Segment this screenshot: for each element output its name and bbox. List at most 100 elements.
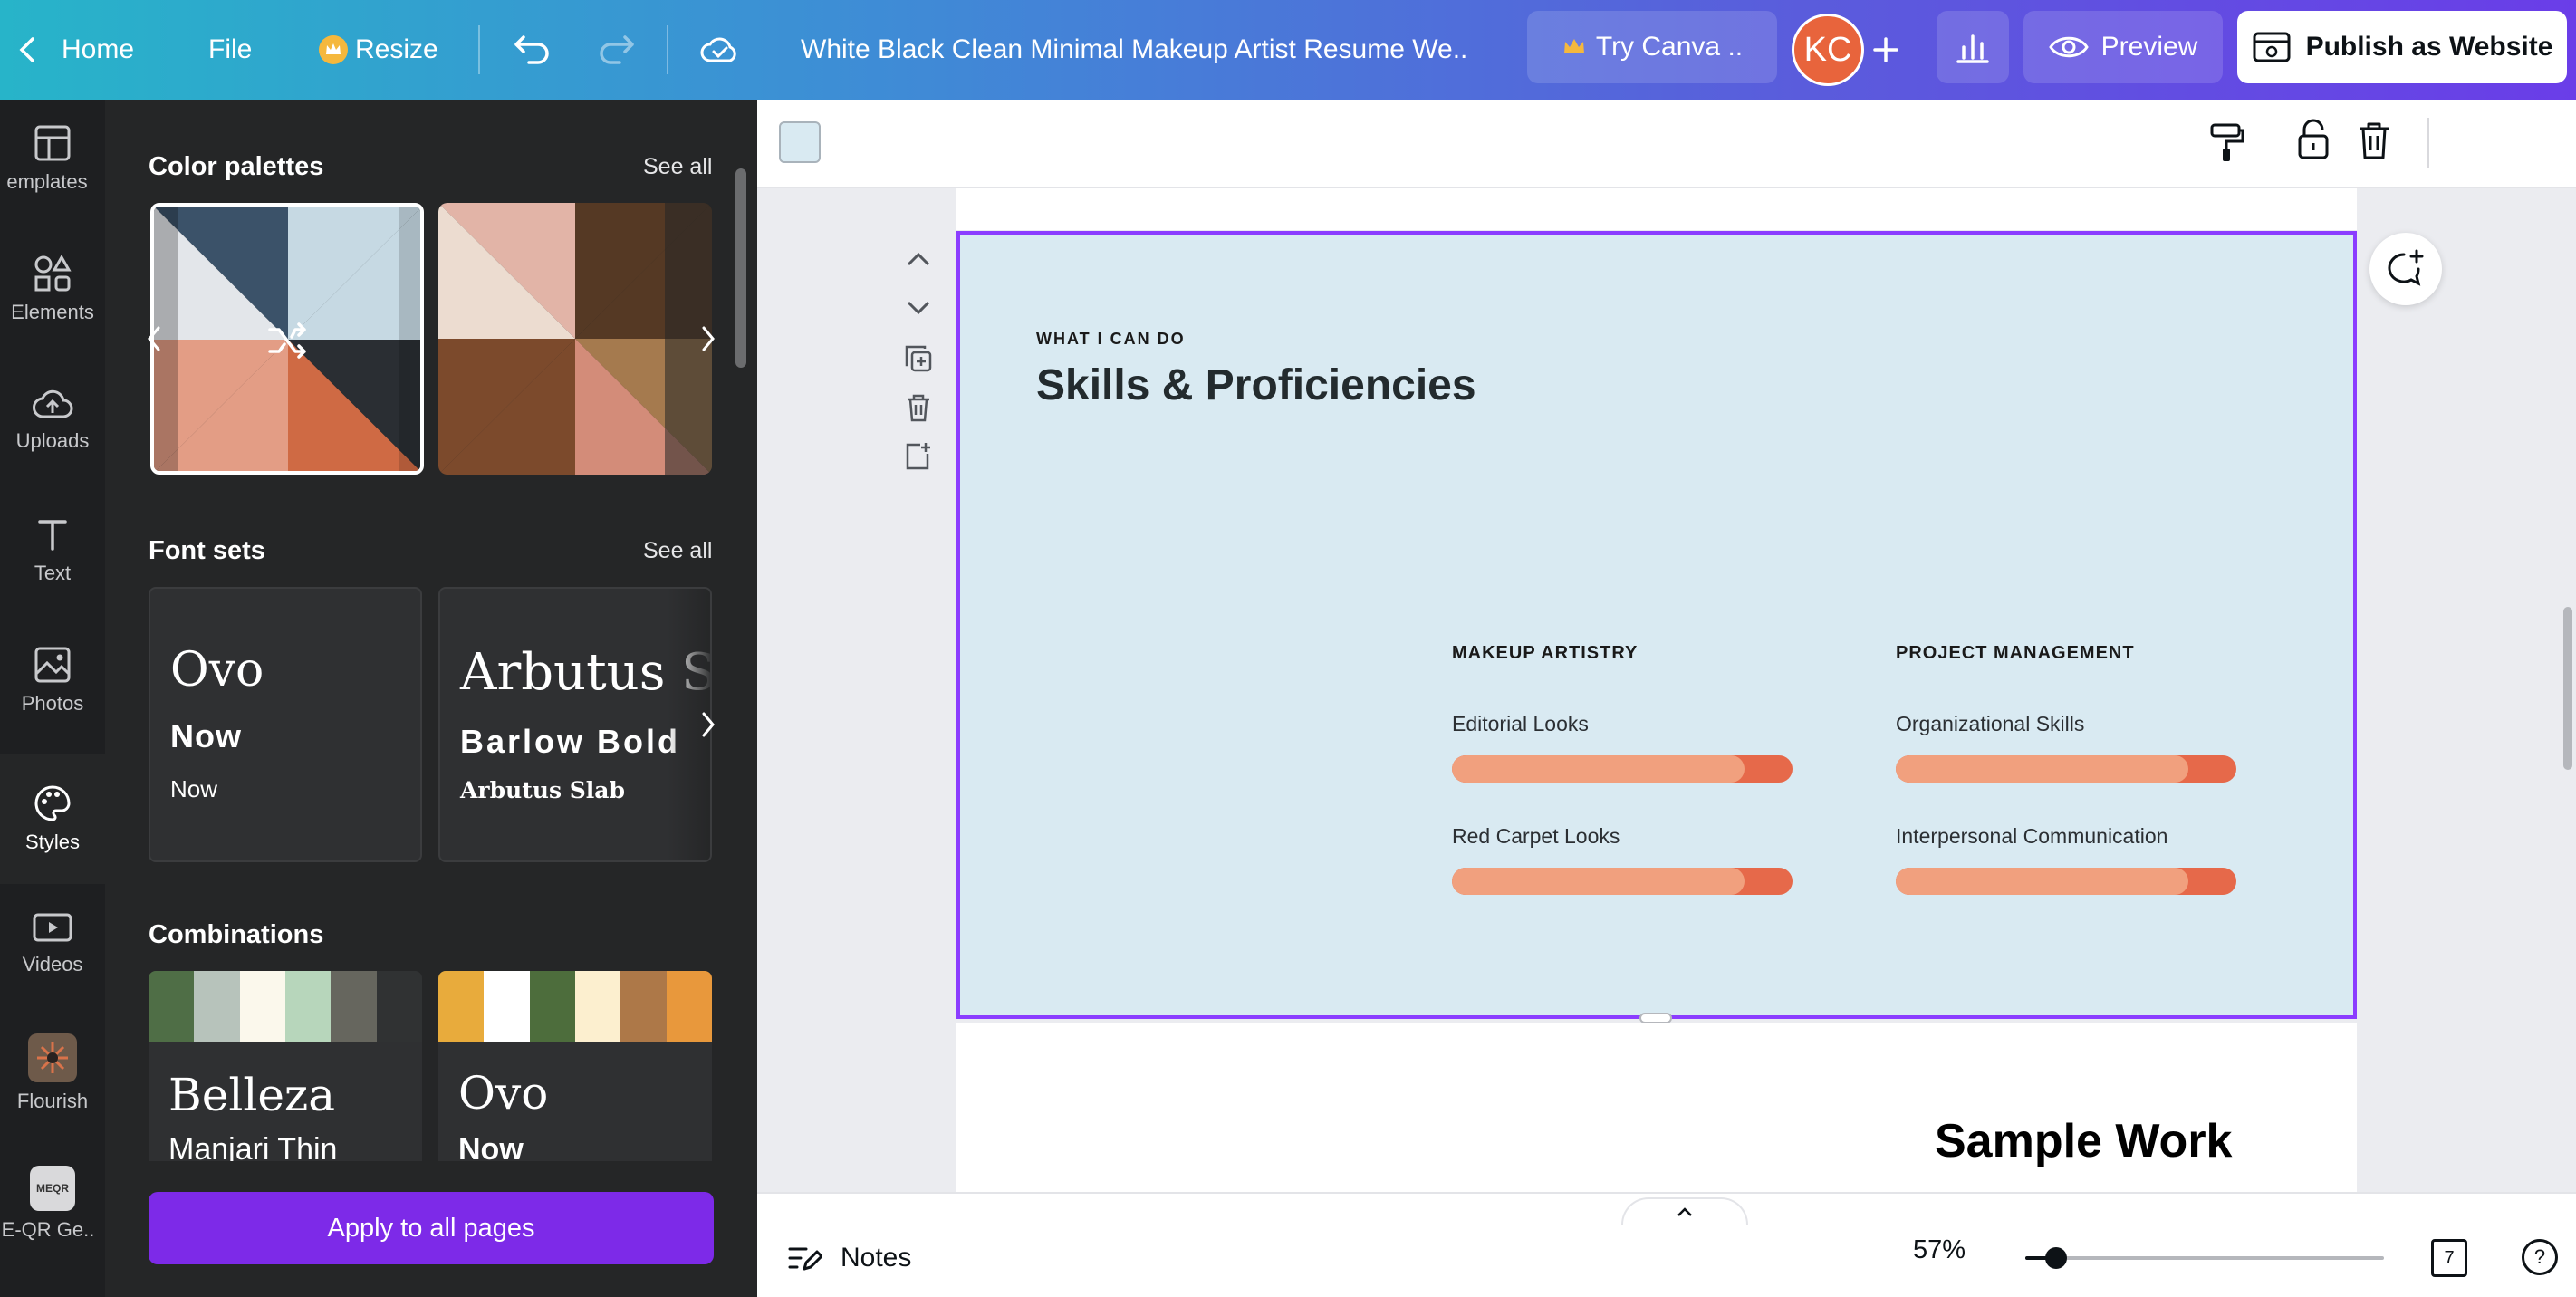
combination-card[interactable]: Ovo Now — [438, 971, 712, 1170]
redo-icon — [600, 35, 634, 64]
zoom-slider-track[interactable] — [2025, 1256, 2384, 1260]
rail-item-label: Elements — [11, 301, 94, 323]
copy-style-button[interactable] — [2206, 121, 2246, 169]
combination-card[interactable]: Belleza Manjari Thin — [149, 971, 422, 1170]
skill-bar[interactable] — [1452, 868, 1793, 895]
zoom-slider-thumb[interactable] — [2045, 1247, 2067, 1269]
undo-icon — [514, 35, 549, 64]
font-set-card[interactable]: Ovo Now Now — [149, 587, 422, 862]
canvas-scrollbar[interactable] — [2563, 607, 2572, 770]
top-bar: Home File Resize White Black Clean Minim… — [0, 0, 2576, 100]
file-menu[interactable]: File — [208, 0, 252, 100]
combination-heading: Belleza — [168, 1069, 336, 1121]
skill-bar[interactable] — [1452, 755, 1793, 783]
page-resize-handle[interactable] — [1639, 1013, 1672, 1023]
color-palettes-title: Color palettes — [149, 152, 324, 181]
avatar[interactable]: KC — [1792, 14, 1864, 86]
skill-column-heading[interactable]: PROJECT MANAGEMENT — [1896, 643, 2135, 664]
rail-item-photos[interactable]: Photos — [0, 621, 105, 739]
rail-item-elements[interactable]: Elements — [0, 230, 105, 348]
preview-button[interactable]: Preview — [2023, 11, 2223, 83]
panel-scrollbar[interactable] — [735, 168, 746, 368]
plus-icon — [1873, 37, 1898, 62]
home-button[interactable]: Home — [16, 0, 134, 100]
rail-item-text[interactable]: Text — [0, 491, 105, 609]
skill-label[interactable]: Editorial Looks — [1452, 712, 1589, 736]
skill-column-heading[interactable]: MAKEUP ARTISTRY — [1452, 643, 1638, 664]
palette-prev-button[interactable] — [136, 321, 172, 357]
flourish-app-icon — [28, 1033, 77, 1082]
background-color-swatch[interactable] — [779, 121, 821, 163]
add-comment-button[interactable] — [2369, 233, 2442, 305]
document-title[interactable]: White Black Clean Minimal Makeup Artist … — [801, 0, 1467, 100]
lock-button[interactable] — [2295, 118, 2331, 166]
duplicate-icon — [905, 345, 932, 372]
font-set-subheading: Now — [170, 717, 242, 754]
unlock-icon — [2298, 119, 2329, 159]
skill-label[interactable]: Red Carpet Looks — [1452, 824, 1620, 849]
color-palettes-see-all[interactable]: See all — [643, 154, 712, 180]
previous-page[interactable] — [956, 188, 2357, 230]
skill-bar[interactable] — [1896, 755, 2236, 783]
publish-label: Publish as Website — [2305, 32, 2553, 62]
save-status-button[interactable] — [699, 0, 741, 100]
avatar-initials: KC — [1803, 30, 1852, 69]
font-sets-next-button[interactable] — [690, 706, 726, 743]
rail-item-templates[interactable]: emplates — [0, 100, 105, 217]
font-set-heading: Ovo — [170, 643, 264, 697]
duplicate-page-button[interactable] — [897, 337, 940, 380]
skill-bar[interactable] — [1896, 868, 2236, 895]
add-collaborator-button[interactable] — [1870, 0, 1902, 100]
resize-button[interactable]: Resize — [319, 0, 438, 100]
move-page-up-button[interactable] — [897, 237, 940, 281]
rail-item-flourish[interactable]: Flourish — [0, 1014, 105, 1132]
crown-icon — [319, 35, 348, 64]
rail-item-styles[interactable]: Styles — [0, 754, 105, 884]
selected-page[interactable] — [956, 231, 2357, 1019]
try-canva-pro-button[interactable]: Try Canva .. — [1527, 11, 1777, 83]
document-title-text: White Black Clean Minimal Makeup Artist … — [801, 34, 1468, 64]
rail-item-label: Videos — [22, 953, 83, 975]
page-count-button[interactable]: 7 — [2431, 1239, 2467, 1277]
skill-label[interactable]: Interpersonal Communication — [1896, 824, 2167, 849]
font-set-card[interactable]: Arbutus Slab Barlow Bold Arbutus Slab — [438, 587, 712, 862]
zoom-percentage[interactable]: 57% — [1913, 1235, 1966, 1265]
notes-button[interactable]: Notes — [786, 1192, 911, 1297]
redo-button[interactable] — [596, 0, 636, 100]
section-headline[interactable]: Skills & Proficiencies — [1036, 360, 1476, 410]
help-button[interactable]: ? — [2522, 1239, 2558, 1275]
comment-plus-icon — [2388, 249, 2424, 286]
website-icon — [2253, 32, 2291, 62]
page-count: 7 — [2444, 1247, 2455, 1268]
combination-heading: Ovo — [458, 1067, 549, 1119]
font-sets-see-all[interactable]: See all — [643, 538, 712, 564]
rail-item-uploads[interactable]: Uploads — [0, 360, 105, 478]
eye-icon — [2048, 36, 2089, 58]
sample-work-heading[interactable]: Sample Work — [1935, 1114, 2232, 1168]
skill-label[interactable]: Organizational Skills — [1896, 712, 2084, 736]
color-palette-card[interactable] — [438, 203, 712, 475]
delete-page-button[interactable] — [897, 386, 940, 429]
insights-button[interactable] — [1937, 11, 2009, 83]
styles-icon — [34, 785, 71, 821]
move-page-down-button[interactable] — [897, 286, 940, 330]
expand-page-view-button[interactable] — [1621, 1197, 1748, 1225]
apply-to-all-pages-button[interactable]: Apply to all pages — [149, 1192, 714, 1264]
chevron-down-icon — [907, 301, 930, 315]
rail-item-qr-generator[interactable]: MEQR E-QR Ge.. — [0, 1145, 105, 1263]
rail-item-videos[interactable]: Videos — [0, 884, 105, 1002]
color-palette-card[interactable] — [150, 203, 424, 475]
add-page-button[interactable] — [897, 435, 940, 478]
publish-website-button[interactable]: Publish as Website — [2237, 11, 2567, 83]
font-set-body: Arbutus Slab — [460, 777, 625, 803]
videos-icon — [33, 913, 72, 942]
skill-bar-fill — [1452, 755, 1745, 783]
palette-swatch-graphic — [438, 203, 712, 475]
undo-button[interactable] — [513, 0, 553, 100]
font-set-body: Now — [170, 775, 218, 802]
delete-button[interactable] — [2357, 120, 2391, 166]
section-eyebrow[interactable]: WHAT I CAN DO — [1036, 330, 1186, 349]
rail-item-label: Styles — [25, 831, 80, 853]
rail-item-label: Uploads — [15, 429, 90, 452]
palette-next-button[interactable] — [690, 321, 726, 357]
